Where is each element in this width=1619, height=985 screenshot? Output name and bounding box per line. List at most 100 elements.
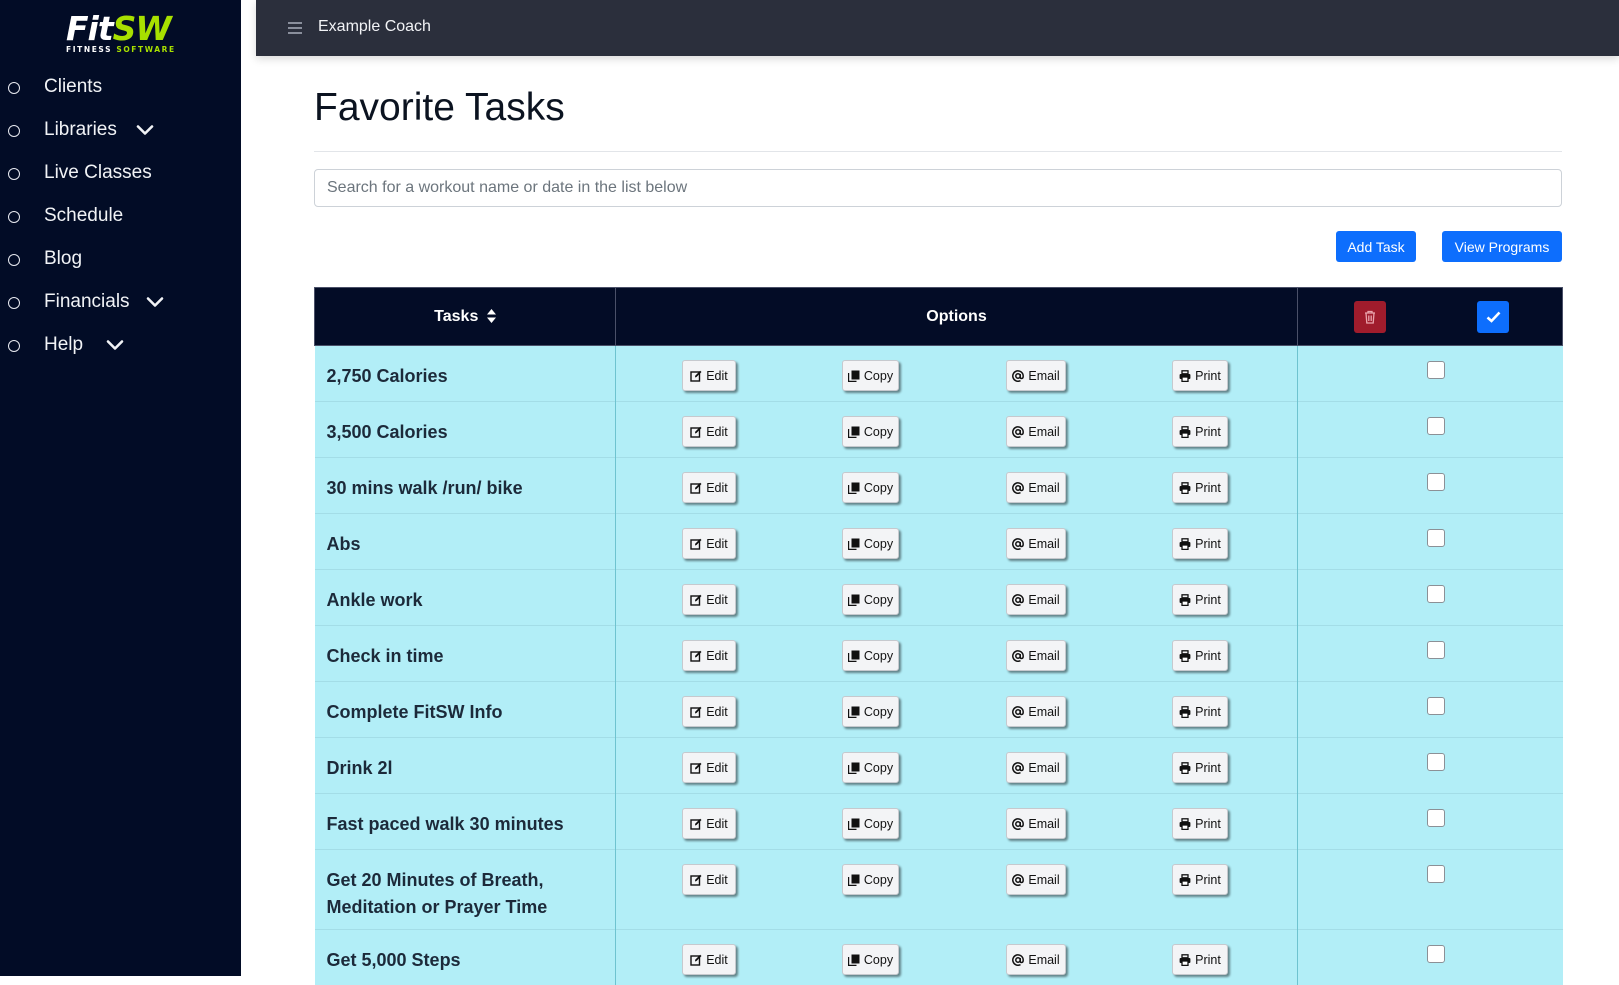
edit-button[interactable]: Edit xyxy=(682,696,736,727)
edit-button[interactable]: Edit xyxy=(682,640,736,671)
copy-button[interactable]: Copy xyxy=(842,528,899,559)
sidebar-item-schedule[interactable]: Schedule xyxy=(0,196,241,239)
task-name[interactable]: Get 5,000 Steps xyxy=(315,930,616,974)
task-name[interactable]: 3,500 Calories xyxy=(315,402,616,446)
copy-button[interactable]: Copy xyxy=(842,752,899,783)
task-name[interactable]: Get 20 Minutes of Breath, Meditation or … xyxy=(315,850,616,921)
add-task-button[interactable]: Add Task xyxy=(1336,231,1416,262)
task-name[interactable]: Complete FitSW Info xyxy=(315,682,616,726)
chevron-down-icon[interactable] xyxy=(146,295,164,309)
print-button[interactable]: Print xyxy=(1172,808,1228,839)
edit-button[interactable]: Edit xyxy=(682,360,736,391)
edit-button[interactable]: Edit xyxy=(682,472,736,503)
edit-button[interactable]: Edit xyxy=(682,528,736,559)
print-button[interactable]: Print xyxy=(1172,640,1228,671)
bulk-actions-header xyxy=(1298,288,1563,346)
email-button-label: Email xyxy=(1028,705,1059,719)
table-row: Ankle work Edit Copy Email Print xyxy=(315,570,1563,626)
print-button[interactable]: Print xyxy=(1172,528,1228,559)
email-button[interactable]: Email xyxy=(1006,472,1066,503)
edit-button[interactable]: Edit xyxy=(682,808,736,839)
row-checkbox[interactable] xyxy=(1427,585,1445,603)
copy-button-label: Copy xyxy=(864,705,893,719)
copy-button[interactable]: Copy xyxy=(842,864,899,895)
row-checkbox[interactable] xyxy=(1427,753,1445,771)
copy-button[interactable]: Copy xyxy=(842,808,899,839)
email-button[interactable]: Email xyxy=(1006,360,1066,391)
row-checkbox[interactable] xyxy=(1427,865,1445,883)
copy-button[interactable]: Copy xyxy=(842,696,899,727)
task-name[interactable]: Drink 2l xyxy=(315,738,616,782)
print-button-label: Print xyxy=(1195,761,1221,775)
edit-button[interactable]: Edit xyxy=(682,944,736,975)
task-name[interactable]: Ankle work xyxy=(315,570,616,614)
print-button[interactable]: Print xyxy=(1172,864,1228,895)
sidebar-item-financials[interactable]: Financials xyxy=(0,282,241,325)
edit-button[interactable]: Edit xyxy=(682,864,736,895)
email-button[interactable]: Email xyxy=(1006,944,1066,975)
edit-icon xyxy=(690,818,702,830)
task-name[interactable]: Fast paced walk 30 minutes xyxy=(315,794,616,838)
task-name[interactable]: 2,750 Calories xyxy=(315,346,616,390)
row-checkbox[interactable] xyxy=(1427,473,1445,491)
email-button[interactable]: Email xyxy=(1006,696,1066,727)
email-button[interactable]: Email xyxy=(1006,416,1066,447)
copy-icon xyxy=(848,706,860,718)
email-button-label: Email xyxy=(1028,817,1059,831)
row-checkbox[interactable] xyxy=(1427,641,1445,659)
task-name[interactable]: Abs xyxy=(315,514,616,558)
print-button[interactable]: Print xyxy=(1172,472,1228,503)
copy-button[interactable]: Copy xyxy=(842,640,899,671)
email-button[interactable]: Email xyxy=(1006,640,1066,671)
row-checkbox[interactable] xyxy=(1427,361,1445,379)
hamburger-icon[interactable] xyxy=(288,22,302,34)
view-programs-button[interactable]: View Programs xyxy=(1442,231,1562,262)
copy-button[interactable]: Copy xyxy=(842,360,899,391)
sidebar-item-blog[interactable]: Blog xyxy=(0,239,241,282)
user-name[interactable]: Example Coach xyxy=(318,18,431,36)
email-button[interactable]: Email xyxy=(1006,528,1066,559)
print-icon xyxy=(1179,874,1191,886)
delete-selected-button[interactable] xyxy=(1354,301,1386,333)
print-button[interactable]: Print xyxy=(1172,696,1228,727)
search-input[interactable] xyxy=(314,169,1562,207)
print-button[interactable]: Print xyxy=(1172,416,1228,447)
print-icon xyxy=(1179,818,1191,830)
task-name[interactable]: 30 mins walk /run/ bike xyxy=(315,458,616,502)
print-button[interactable]: Print xyxy=(1172,360,1228,391)
edit-button[interactable]: Edit xyxy=(682,752,736,783)
row-checkbox[interactable] xyxy=(1427,417,1445,435)
sidebar-item-live-classes[interactable]: Live Classes xyxy=(0,153,241,196)
copy-button-label: Copy xyxy=(864,537,893,551)
row-checkbox[interactable] xyxy=(1427,529,1445,547)
tasks-column-header[interactable]: Tasks xyxy=(315,288,616,346)
print-button-label: Print xyxy=(1195,537,1221,551)
email-button[interactable]: Email xyxy=(1006,752,1066,783)
edit-button[interactable]: Edit xyxy=(682,416,736,447)
row-checkbox[interactable] xyxy=(1427,809,1445,827)
select-all-button[interactable] xyxy=(1477,301,1509,333)
print-button[interactable]: Print xyxy=(1172,752,1228,783)
copy-button[interactable]: Copy xyxy=(842,584,899,615)
email-button[interactable]: Email xyxy=(1006,584,1066,615)
print-button-label: Print xyxy=(1195,817,1221,831)
copy-button[interactable]: Copy xyxy=(842,416,899,447)
sidebar-item-libraries[interactable]: Libraries xyxy=(0,110,241,153)
chevron-down-icon[interactable] xyxy=(136,123,154,137)
row-checkbox[interactable] xyxy=(1427,945,1445,963)
print-button[interactable]: Print xyxy=(1172,584,1228,615)
edit-button[interactable]: Edit xyxy=(682,584,736,615)
copy-icon xyxy=(848,370,860,382)
copy-button[interactable]: Copy xyxy=(842,472,899,503)
fitsw-logo[interactable]: FitSW FITNESS SOFTWARE xyxy=(66,14,190,52)
task-name[interactable]: Check in time xyxy=(315,626,616,670)
print-button[interactable]: Print xyxy=(1172,944,1228,975)
chevron-down-icon[interactable] xyxy=(106,338,124,352)
sidebar-item-clients[interactable]: Clients xyxy=(0,67,241,110)
sidebar-item-help[interactable]: Help xyxy=(0,325,241,368)
email-button[interactable]: Email xyxy=(1006,864,1066,895)
email-button[interactable]: Email xyxy=(1006,808,1066,839)
at-sign-icon xyxy=(1012,818,1024,830)
copy-button[interactable]: Copy xyxy=(842,944,899,975)
row-checkbox[interactable] xyxy=(1427,697,1445,715)
